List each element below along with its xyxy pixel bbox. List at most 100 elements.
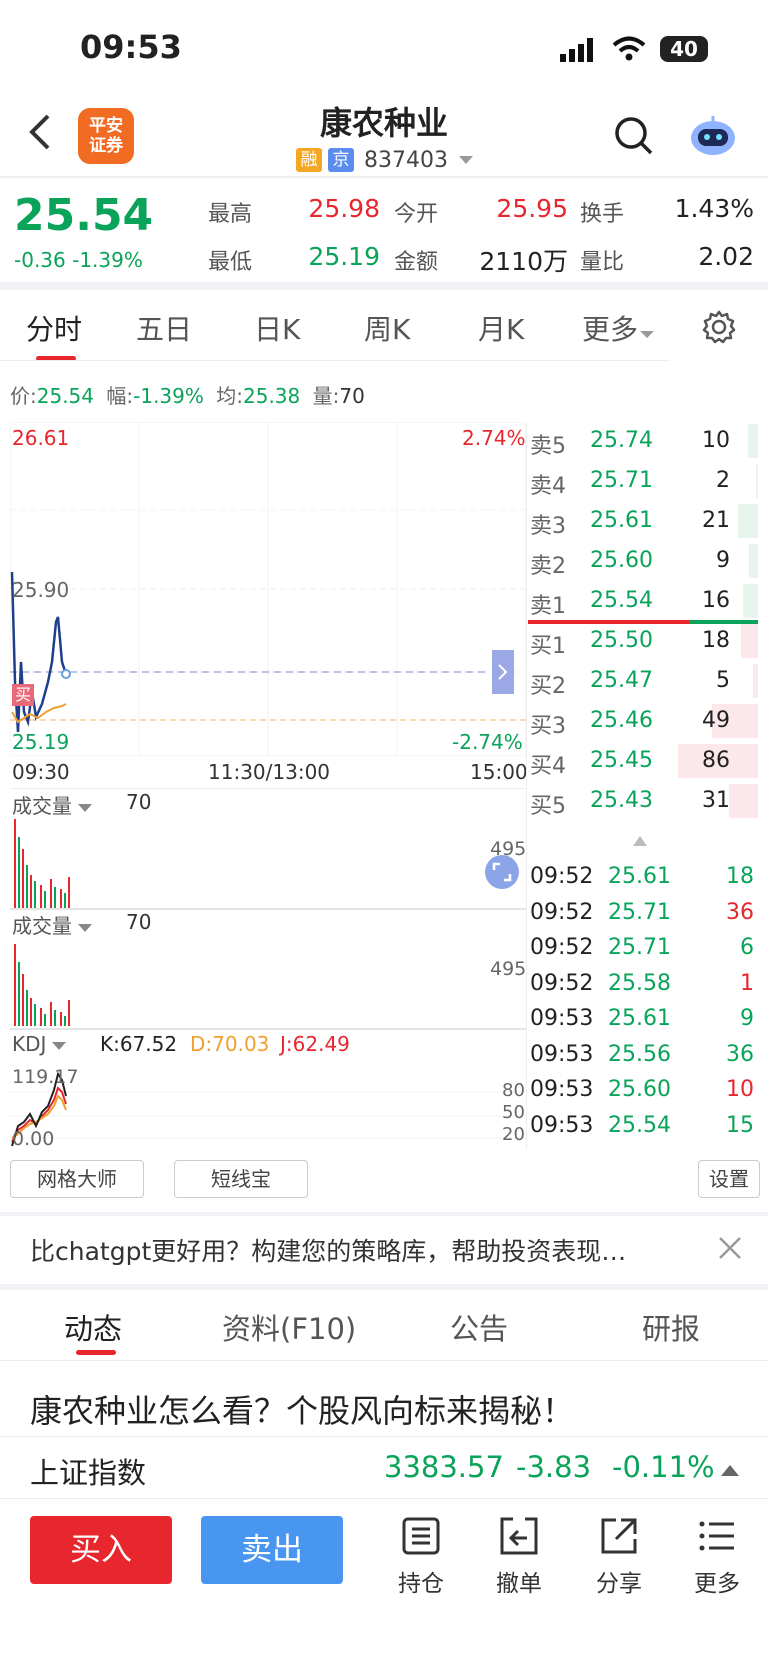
margin-tag: 融 (296, 148, 322, 172)
tick-row: 09:52 25.61 18 (528, 860, 758, 894)
order-price: 25.50 (590, 628, 653, 653)
order-level-label: 买2 (530, 674, 566, 699)
order-volume: 2 (716, 468, 730, 493)
order-price: 25.74 (590, 428, 653, 453)
order-volume: 18 (702, 628, 730, 653)
trade-ticks: 09:52 25.61 18 09:52 25.71 36 09:52 25.71 6 09:52… (528, 860, 758, 1150)
order-price: 25.61 (590, 508, 653, 533)
cancel-order-icon (500, 1517, 538, 1555)
buy-button[interactable]: 买入 (30, 1516, 172, 1584)
order-level-label: 卖2 (530, 554, 566, 579)
news-headline[interactable]: 康农种业怎么看？个股风向标来揭秘！ (30, 1386, 574, 1432)
kdj-title[interactable]: KDJ (12, 1032, 67, 1056)
order-volume: 31 (702, 788, 730, 813)
expand-icon[interactable] (484, 854, 520, 894)
intraday-chart[interactable] (9, 421, 527, 757)
order-price: 25.47 (590, 668, 653, 693)
kdj-bottom: 0.00 (12, 1128, 55, 1150)
exchange-tag: 京 (328, 148, 354, 172)
gear-icon[interactable] (702, 310, 736, 348)
order-volume: 21 (702, 508, 730, 533)
depth-bar (741, 624, 758, 658)
depth-bar (729, 784, 758, 818)
depth-bar (748, 424, 758, 458)
close-icon[interactable] (718, 1236, 742, 1264)
kdj-level-50: 50 (502, 1102, 525, 1123)
tick-row: 09:53 25.56 36 (528, 1038, 758, 1072)
order-book-row: 买4 25.45 86 (528, 742, 758, 780)
tab-five-day[interactable]: 五日 (136, 308, 192, 348)
tick-volume: 36 (726, 899, 754, 925)
order-book-row: 买5 25.43 31 (528, 782, 758, 820)
price-change: -0.36 -1.39% (14, 248, 143, 272)
open-label: 今开 (394, 202, 439, 227)
chart-bottom-price: 25.19 (12, 730, 70, 754)
order-price: 25.60 (590, 548, 653, 573)
robot-assistant-icon[interactable] (688, 114, 738, 162)
tick-row: 09:53 25.61 9 (528, 1002, 758, 1036)
order-book-row: 买3 25.46 49 (528, 702, 758, 740)
kdj-d: D:70.03 (190, 1032, 270, 1056)
order-price: 25.71 (590, 468, 653, 493)
more-caret-icon (640, 331, 655, 338)
volume-max-2: 495 (490, 958, 527, 980)
tick-price: 25.54 (608, 1112, 671, 1138)
search-icon[interactable] (614, 116, 654, 160)
tab-research[interactable]: 研报 (642, 1306, 700, 1348)
settings-button[interactable]: 设置 (698, 1160, 760, 1198)
order-book-row: 卖2 25.60 9 (528, 542, 758, 580)
holdings-icon (402, 1517, 440, 1555)
order-volume: 9 (716, 548, 730, 573)
volume-title-2[interactable]: 成交量 (12, 910, 92, 939)
tab-more[interactable]: 更多 (582, 308, 655, 348)
chart-bottom-pct: -2.74% (452, 730, 523, 754)
order-volume: 5 (716, 668, 730, 693)
volume-value-2: 70 (126, 910, 152, 934)
index-name[interactable]: 上证指数 (30, 1450, 146, 1492)
ratio-label: 量比 (580, 250, 625, 275)
share-button[interactable]: 分享 (584, 1516, 654, 1598)
time-mid: 11:30/13:00 (208, 760, 331, 784)
tick-price: 25.61 (608, 864, 671, 889)
cancel-order-button[interactable]: 撤单 (484, 1516, 554, 1598)
depth-bar (749, 544, 758, 578)
tab-weekly-k[interactable]: 周K (364, 308, 410, 348)
order-level-label: 买3 (530, 714, 566, 739)
grid-master-button[interactable]: 网格大师 (10, 1160, 144, 1198)
tick-volume: 6 (740, 935, 754, 960)
signal-icon (560, 38, 596, 66)
order-book-collapse-icon[interactable] (632, 832, 648, 851)
ad-banner-text[interactable]: 比chatgpt更好用？构建您的策略库，帮助投资表现… (30, 1232, 626, 1268)
order-level-label: 买4 (530, 754, 566, 779)
order-level-label: 卖1 (530, 594, 566, 619)
tick-time: 09:53 (530, 1041, 594, 1067)
tab-news[interactable]: 动态 (64, 1306, 122, 1348)
volume-value-1: 70 (126, 790, 152, 814)
turnover-value: 1.43% (674, 194, 754, 223)
sell-button[interactable]: 卖出 (201, 1516, 343, 1584)
depth-bar (738, 504, 758, 538)
high-label: 最高 (208, 202, 253, 227)
order-book: 卖5 25.74 10 卖4 25.71 2 卖3 25.61 21 卖2 25.60 9 卖1 25.5… (528, 422, 758, 820)
more-button[interactable]: 更多 (682, 1516, 752, 1598)
index-expand-icon[interactable] (720, 1462, 740, 1481)
menu-icon (699, 1521, 734, 1551)
depth-bar (743, 584, 758, 618)
tick-time: 09:52 (530, 864, 594, 889)
tick-row: 09:52 25.71 6 (528, 931, 758, 965)
tab-intraday[interactable]: 分时 (26, 308, 82, 348)
holdings-button[interactable]: 持仓 (386, 1516, 456, 1598)
tab-monthly-k[interactable]: 月K (478, 308, 524, 348)
volume-title-1[interactable]: 成交量 (12, 790, 92, 819)
tick-volume: 9 (740, 1006, 754, 1031)
chart-top-pct: 2.74% (462, 426, 526, 450)
stock-tags[interactable]: 融 京 837403 (296, 146, 474, 174)
order-book-row: 买2 25.47 5 (528, 662, 758, 700)
short-trade-button[interactable]: 短线宝 (174, 1160, 308, 1198)
tab-daily-k[interactable]: 日K (254, 308, 300, 348)
status-time: 09:53 (80, 28, 182, 66)
tab-announcements[interactable]: 公告 (450, 1306, 508, 1348)
tab-f10[interactable]: 资料(F10) (222, 1306, 356, 1348)
index-value: 3383.57 (384, 1450, 504, 1484)
tick-volume: 15 (726, 1112, 754, 1138)
